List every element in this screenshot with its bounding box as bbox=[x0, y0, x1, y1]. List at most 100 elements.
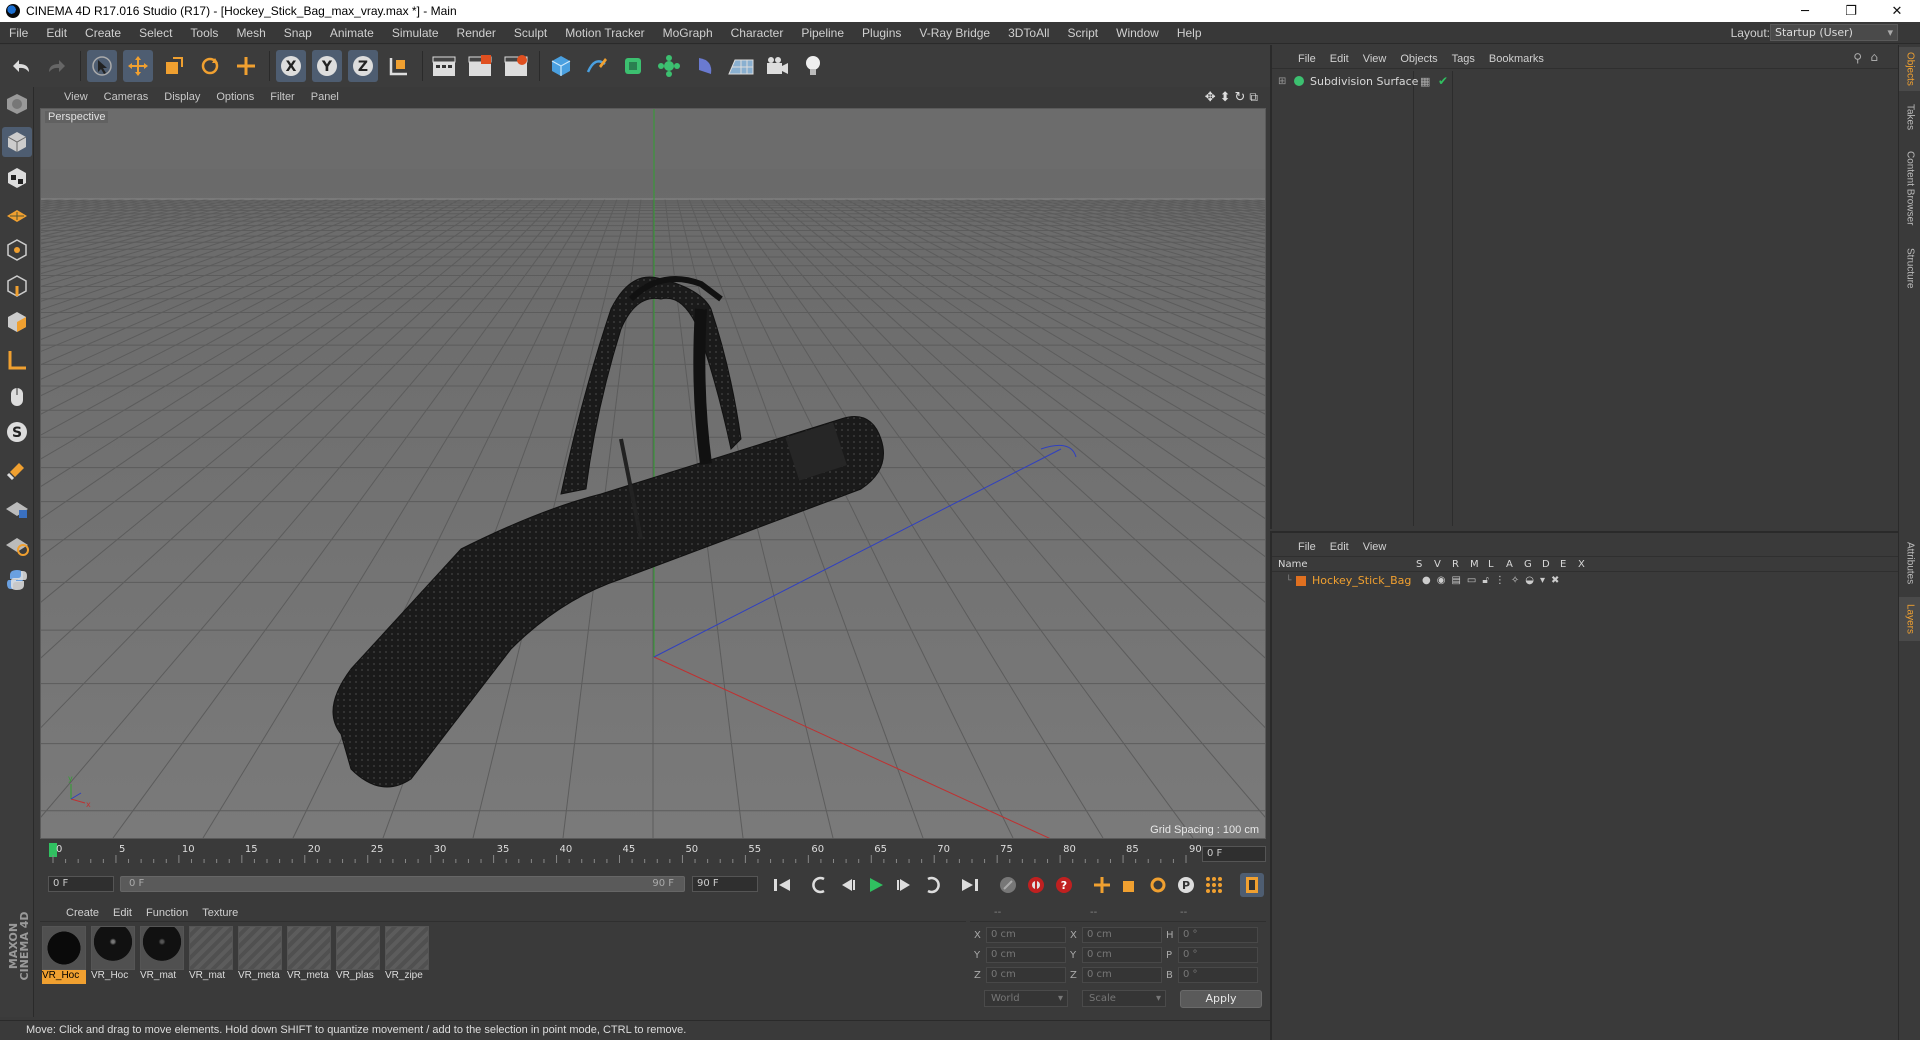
close-button[interactable]: ✕ bbox=[1874, 0, 1920, 22]
workplane-mode-button[interactable] bbox=[2, 199, 32, 229]
expression-icon[interactable]: ▾ bbox=[1540, 575, 1545, 586]
menu-render[interactable]: Render bbox=[448, 26, 505, 40]
menu-mograph[interactable]: MoGraph bbox=[654, 26, 722, 40]
visible-eye-icon[interactable]: ◉ bbox=[1437, 575, 1446, 586]
tab-attributes[interactable]: Attributes bbox=[1899, 533, 1920, 593]
undo-button[interactable] bbox=[6, 50, 36, 82]
add-generator-button[interactable] bbox=[618, 50, 648, 82]
viewport-menu-options[interactable]: Options bbox=[216, 91, 254, 103]
menu-animate[interactable]: Animate bbox=[321, 26, 383, 40]
render-settings-button[interactable] bbox=[501, 50, 531, 82]
model-mode-button[interactable] bbox=[2, 127, 32, 157]
material-swatch[interactable]: VR_plas bbox=[336, 926, 380, 986]
objects-menu-edit[interactable]: Edit bbox=[1330, 53, 1349, 65]
add-array-button[interactable] bbox=[654, 50, 684, 82]
material-swatch[interactable]: VR_Hoc bbox=[91, 926, 135, 986]
viewport-menu-panel[interactable]: Panel bbox=[311, 91, 339, 103]
add-spline-button[interactable] bbox=[582, 50, 612, 82]
render-picture-viewer-button[interactable] bbox=[465, 50, 495, 82]
transform-tool[interactable] bbox=[231, 50, 261, 82]
object-row-subdivision-surface[interactable]: ⊞ Subdivision Surface ▦ ✔ bbox=[1274, 73, 1900, 89]
key-rotation-button[interactable] bbox=[1146, 873, 1170, 897]
tab-objects[interactable]: Objects bbox=[1899, 47, 1920, 91]
minimize-button[interactable]: ─ bbox=[1782, 0, 1828, 22]
go-to-end-button[interactable] bbox=[958, 873, 982, 897]
previous-key-button[interactable] bbox=[808, 873, 832, 897]
magnet-button[interactable] bbox=[2, 455, 32, 485]
material-menu-edit[interactable]: Edit bbox=[113, 907, 132, 919]
tab-content-browser[interactable]: Content Browser bbox=[1899, 143, 1920, 233]
rotation-p-field[interactable]: 0 ° bbox=[1178, 947, 1258, 963]
z-axis-lock[interactable]: Z bbox=[348, 50, 378, 82]
texture-mode-button[interactable] bbox=[2, 163, 32, 193]
visibility-dots-icon[interactable]: ▦ bbox=[1420, 75, 1430, 88]
size-mode-dropdown[interactable]: Scale ▾ bbox=[1082, 990, 1166, 1007]
viewport-menu-cameras[interactable]: Cameras bbox=[104, 91, 149, 103]
python-button[interactable] bbox=[2, 565, 32, 595]
material-swatch[interactable]: VR_meta bbox=[238, 926, 282, 986]
menu-file[interactable]: File bbox=[0, 26, 37, 40]
objects-menu-objects[interactable]: Objects bbox=[1400, 53, 1437, 65]
menu-tools[interactable]: Tools bbox=[181, 26, 227, 40]
objects-menu-view[interactable]: View bbox=[1363, 53, 1387, 65]
preview-range-slider[interactable]: 0 F 90 F bbox=[120, 876, 685, 892]
home-icon[interactable]: ⌂ bbox=[1870, 50, 1878, 64]
coordinate-mode-dropdown[interactable]: World ▾ bbox=[984, 990, 1068, 1007]
layer-row[interactable]: └ Hockey_Stick_Bag ● ◉ ▤ ▭ 🔓︎ ⋮ ✧ ◒ ▾ ✖ bbox=[1272, 573, 1900, 588]
material-swatch[interactable]: VR_mat bbox=[140, 926, 184, 986]
menu-script[interactable]: Script bbox=[1058, 26, 1107, 40]
solo-dot-icon[interactable]: ● bbox=[1422, 575, 1431, 586]
manager-icon[interactable]: ▭ bbox=[1467, 575, 1476, 586]
rotation-b-field[interactable]: 0 ° bbox=[1178, 967, 1258, 983]
scale-tool[interactable] bbox=[159, 50, 189, 82]
edges-mode-button[interactable] bbox=[2, 271, 32, 301]
size-x-field[interactable]: 0 cm bbox=[1082, 927, 1162, 943]
tab-layers[interactable]: Layers bbox=[1899, 597, 1920, 641]
maximize-button[interactable]: ❐ bbox=[1828, 0, 1874, 22]
polygons-mode-button[interactable] bbox=[2, 307, 32, 337]
viewport-menu-display[interactable]: Display bbox=[164, 91, 200, 103]
objects-menu-file[interactable]: File bbox=[1298, 53, 1316, 65]
layout-dropdown[interactable]: Startup (User) ▾ bbox=[1770, 24, 1898, 41]
key-position-button[interactable] bbox=[1090, 873, 1114, 897]
expand-toggle-icon[interactable]: ⊞ bbox=[1278, 76, 1290, 87]
start-frame-field[interactable]: 0 F bbox=[48, 876, 114, 892]
objects-menu-tags[interactable]: Tags bbox=[1452, 53, 1475, 65]
rotate-tool[interactable] bbox=[195, 50, 225, 82]
workplane-lock-button[interactable] bbox=[2, 493, 32, 523]
material-menu-texture[interactable]: Texture bbox=[202, 907, 238, 919]
current-frame-field[interactable]: 0 F bbox=[1202, 846, 1266, 862]
menu-help[interactable]: Help bbox=[1168, 26, 1211, 40]
key-pla-button[interactable] bbox=[1202, 873, 1226, 897]
redo-button[interactable] bbox=[42, 50, 72, 82]
menu-simulate[interactable]: Simulate bbox=[383, 26, 448, 40]
position-y-field[interactable]: 0 cm bbox=[986, 947, 1066, 963]
axis-mode-button[interactable] bbox=[2, 345, 32, 375]
add-camera-button[interactable] bbox=[762, 50, 792, 82]
perspective-viewport[interactable]: y x Perspective Grid Spacing : 100 cm bbox=[40, 108, 1266, 839]
key-scale-button[interactable] bbox=[1118, 873, 1142, 897]
lock-icon[interactable]: 🔓︎ bbox=[1482, 575, 1488, 586]
tab-structure[interactable]: Structure bbox=[1899, 241, 1920, 295]
animation-icon[interactable]: ⋮ bbox=[1495, 575, 1505, 586]
render-view-button[interactable] bbox=[429, 50, 459, 82]
layers-menu-file[interactable]: File bbox=[1298, 541, 1316, 553]
y-axis-lock[interactable]: Y bbox=[312, 50, 342, 82]
previous-frame-button[interactable] bbox=[836, 873, 860, 897]
timeline-layout-button[interactable] bbox=[1240, 873, 1264, 897]
deformer-icon[interactable]: ◒ bbox=[1525, 575, 1534, 586]
next-key-button[interactable] bbox=[920, 873, 944, 897]
menu-sculpt[interactable]: Sculpt bbox=[505, 26, 556, 40]
x-axis-lock[interactable]: X bbox=[276, 50, 306, 82]
layer-color-swatch[interactable] bbox=[1296, 575, 1306, 586]
menu-motion-tracker[interactable]: Motion Tracker bbox=[556, 26, 653, 40]
points-mode-button[interactable] bbox=[2, 235, 32, 265]
menu-pipeline[interactable]: Pipeline bbox=[792, 26, 853, 40]
move-tool[interactable] bbox=[123, 50, 153, 82]
material-swatch[interactable]: VR_Hoc bbox=[42, 926, 86, 986]
menu-plugins[interactable]: Plugins bbox=[853, 26, 910, 40]
viewport-pan-icon[interactable]: ✥ bbox=[1205, 90, 1216, 105]
viewport-dolly-icon[interactable]: ⬍ bbox=[1220, 90, 1231, 105]
keyframe-selection-button[interactable]: ? bbox=[1052, 873, 1076, 897]
size-y-field[interactable]: 0 cm bbox=[1082, 947, 1162, 963]
